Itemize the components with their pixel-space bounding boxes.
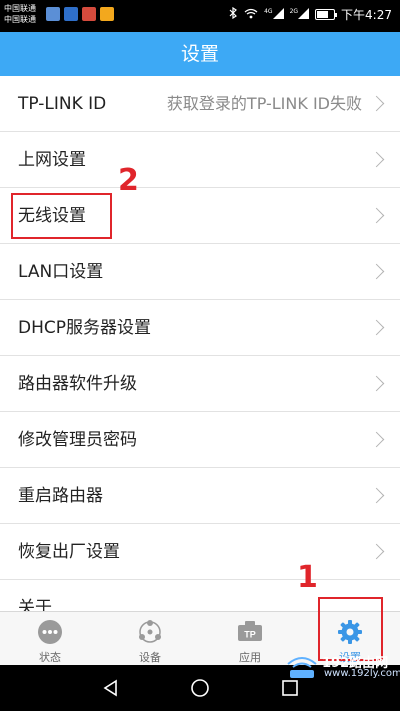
apps-icon: TP bbox=[237, 619, 263, 645]
carrier-label-1: 中国联通 bbox=[4, 4, 36, 13]
chevron-right-icon bbox=[368, 487, 385, 504]
notification-app-icon bbox=[46, 7, 60, 21]
devices-icon bbox=[137, 619, 163, 645]
notification-app-icon bbox=[82, 7, 96, 21]
tab-devices[interactable]: 设备 bbox=[100, 612, 200, 665]
settings-item-lan[interactable]: LAN口设置 bbox=[0, 244, 400, 300]
chevron-right-icon bbox=[368, 207, 385, 224]
watermark: 192路由网 www.192ly.com bbox=[284, 652, 400, 680]
tab-status[interactable]: 状态 bbox=[0, 612, 100, 665]
settings-item-label: TP-LINK ID bbox=[18, 94, 107, 114]
notification-app-icon bbox=[100, 7, 114, 21]
status-bar: 中国联通 中国联通 4G 2G 下午4:27 bbox=[0, 0, 400, 32]
settings-item-value: 获取登录的TP-LINK ID失败 bbox=[166, 94, 362, 113]
chevron-right-icon bbox=[368, 375, 385, 392]
clock: 下午4:27 bbox=[341, 8, 392, 22]
step-number-1: 1 bbox=[297, 560, 318, 595]
battery-level bbox=[317, 11, 329, 18]
signal-tag: 2G bbox=[289, 7, 299, 15]
bluetooth-icon bbox=[229, 6, 238, 22]
watermark-url: www.192ly.com bbox=[324, 668, 400, 679]
battery-icon bbox=[315, 9, 338, 20]
page-title: 设置 bbox=[0, 32, 400, 76]
notification-app-icon bbox=[64, 7, 78, 21]
settings-item-label: DHCP服务器设置 bbox=[18, 318, 151, 338]
settings-item-dhcp[interactable]: DHCP服务器设置 bbox=[0, 300, 400, 356]
settings-list: TP-LINK ID 获取登录的TP-LINK ID失败 上网设置 无线设置 L… bbox=[0, 76, 400, 611]
settings-item-reboot[interactable]: 重启路由器 bbox=[0, 468, 400, 524]
recent-apps-icon[interactable] bbox=[280, 678, 300, 698]
back-icon[interactable] bbox=[101, 678, 121, 698]
chevron-right-icon bbox=[368, 263, 385, 280]
home-icon[interactable] bbox=[190, 678, 210, 698]
step-number-2: 2 bbox=[118, 163, 139, 198]
settings-item-admin-password[interactable]: 修改管理员密码 bbox=[0, 412, 400, 468]
settings-item-label: 恢复出厂设置 bbox=[18, 542, 120, 562]
carrier-label-2: 中国联通 bbox=[4, 15, 36, 24]
apps-badge: TP bbox=[244, 630, 256, 640]
router-logo-icon bbox=[287, 657, 317, 678]
settings-item-label: 上网设置 bbox=[18, 150, 86, 170]
settings-item-firmware-upgrade[interactable]: 路由器软件升级 bbox=[0, 356, 400, 412]
chevron-right-icon bbox=[368, 95, 385, 112]
signal-icon: 4G bbox=[264, 7, 284, 22]
status-icon bbox=[37, 619, 63, 645]
settings-item-internet[interactable]: 上网设置 bbox=[0, 132, 400, 188]
chevron-right-icon bbox=[368, 319, 385, 336]
tab-label: 设备 bbox=[139, 651, 161, 664]
chevron-right-icon bbox=[368, 151, 385, 168]
settings-item-label: 关于 bbox=[18, 598, 52, 611]
signal-icon: 2G bbox=[289, 7, 310, 22]
signal-tag: 4G bbox=[264, 7, 273, 15]
settings-item-label: 路由器软件升级 bbox=[18, 374, 137, 394]
settings-item-factory-reset[interactable]: 恢复出厂设置 bbox=[0, 524, 400, 580]
settings-item-label: 重启路由器 bbox=[18, 486, 103, 506]
settings-item-label: 修改管理员密码 bbox=[18, 430, 137, 450]
highlight-box-wireless bbox=[11, 193, 112, 239]
settings-item-tplink-id[interactable]: TP-LINK ID 获取登录的TP-LINK ID失败 bbox=[0, 76, 400, 132]
settings-item-label: LAN口设置 bbox=[18, 262, 104, 282]
chevron-right-icon bbox=[368, 431, 385, 448]
tab-label: 状态 bbox=[39, 651, 61, 664]
chevron-right-icon bbox=[368, 543, 385, 560]
notification-icons bbox=[46, 7, 114, 21]
wifi-icon bbox=[244, 8, 258, 22]
status-right: 4G 2G 下午4:27 bbox=[229, 6, 392, 23]
